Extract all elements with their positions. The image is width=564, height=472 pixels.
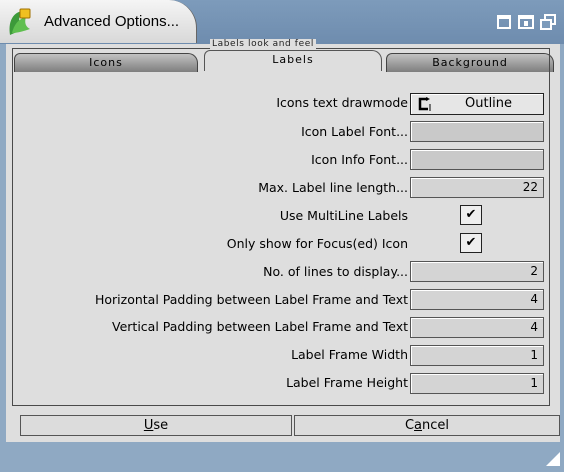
h-padding-field[interactable]: 4 — [410, 289, 544, 310]
info-font-label: Icon Info Font... — [311, 152, 408, 167]
drawmode-value: Outline — [465, 96, 513, 111]
frame-width-label: Label Frame Width — [291, 347, 408, 362]
frame-height-field[interactable]: 1 — [410, 373, 544, 394]
max-line-length-label: Max. Label line length... — [258, 180, 408, 195]
h-padding-label: Horizontal Padding between Label Frame a… — [94, 292, 408, 307]
max-line-length-field[interactable]: 22 — [410, 177, 544, 198]
label-font-label: Icon Label Font... — [301, 124, 408, 139]
focus-only-checkbox[interactable]: ✔ — [460, 233, 482, 253]
num-lines-label: No. of lines to display... — [263, 264, 408, 279]
window-title: Advanced Options... — [44, 13, 180, 30]
label-font-field[interactable] — [410, 121, 544, 142]
multiline-checkbox[interactable]: ✔ — [460, 205, 482, 225]
h-padding-value: 4 — [530, 292, 538, 306]
maximize-icon[interactable] — [518, 14, 534, 30]
group-title: Labels look and feel — [210, 39, 316, 49]
v-padding-value: 4 — [530, 320, 538, 334]
use-button[interactable]: Use — [20, 415, 292, 436]
multiline-label: Use MultiLine Labels — [279, 208, 408, 223]
iconify-icon[interactable] — [496, 14, 512, 30]
frame-width-field[interactable]: 1 — [410, 345, 544, 366]
frame-height-value: 1 — [530, 376, 538, 390]
frame-height-label: Label Frame Height — [286, 375, 408, 390]
max-line-length-value: 22 — [522, 180, 538, 194]
v-padding-label: Vertical Padding between Label Frame and… — [112, 319, 408, 334]
app-icon — [9, 8, 31, 35]
restore-icon[interactable] — [540, 14, 556, 30]
drawmode-label: Icons text drawmode — [276, 95, 408, 110]
cancel-button[interactable]: Cancel — [294, 415, 560, 436]
v-padding-field[interactable]: 4 — [410, 317, 544, 338]
num-lines-field[interactable]: 2 — [410, 261, 544, 282]
cycle-icon — [418, 97, 431, 111]
drawmode-cycle-button[interactable]: Outline — [410, 93, 544, 115]
info-font-field[interactable] — [410, 149, 544, 170]
num-lines-value: 2 — [530, 264, 538, 278]
title-bar[interactable]: Advanced Options... — [0, 0, 564, 44]
resize-grip-icon[interactable] — [546, 452, 560, 466]
frame-width-value: 1 — [530, 348, 538, 362]
focus-only-label: Only show for Focus(ed) Icon — [226, 236, 408, 251]
title-tab[interactable]: Advanced Options... — [0, 0, 197, 43]
status-bar — [0, 442, 564, 472]
